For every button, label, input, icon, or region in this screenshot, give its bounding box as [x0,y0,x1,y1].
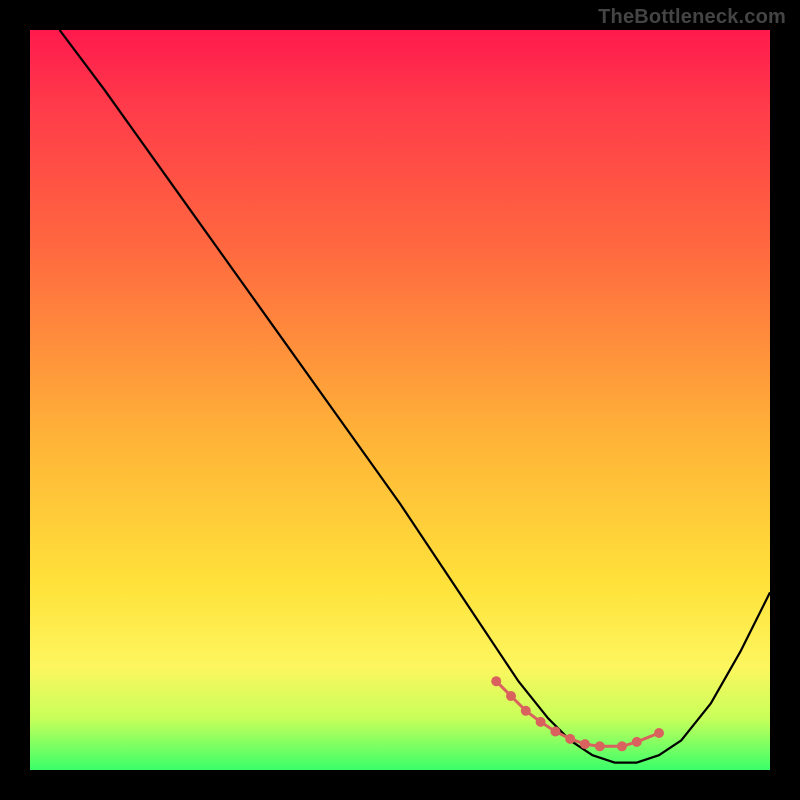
outer-frame: TheBottleneck.com [0,0,800,800]
curve-marker [506,691,516,701]
bottleneck-curve [30,30,770,770]
plot-area [30,30,770,770]
curve-marker [580,739,590,749]
curve-marker [536,717,546,727]
curve-marker-line [496,681,659,746]
curve-marker [550,727,560,737]
curve-marker [617,741,627,751]
curve-path [60,30,770,763]
curve-marker [632,737,642,747]
curve-marker [491,676,501,686]
curve-marker [521,706,531,716]
curve-marker [595,741,605,751]
watermark-text: TheBottleneck.com [598,6,786,29]
curve-marker [654,728,664,738]
curve-marker [565,734,575,744]
